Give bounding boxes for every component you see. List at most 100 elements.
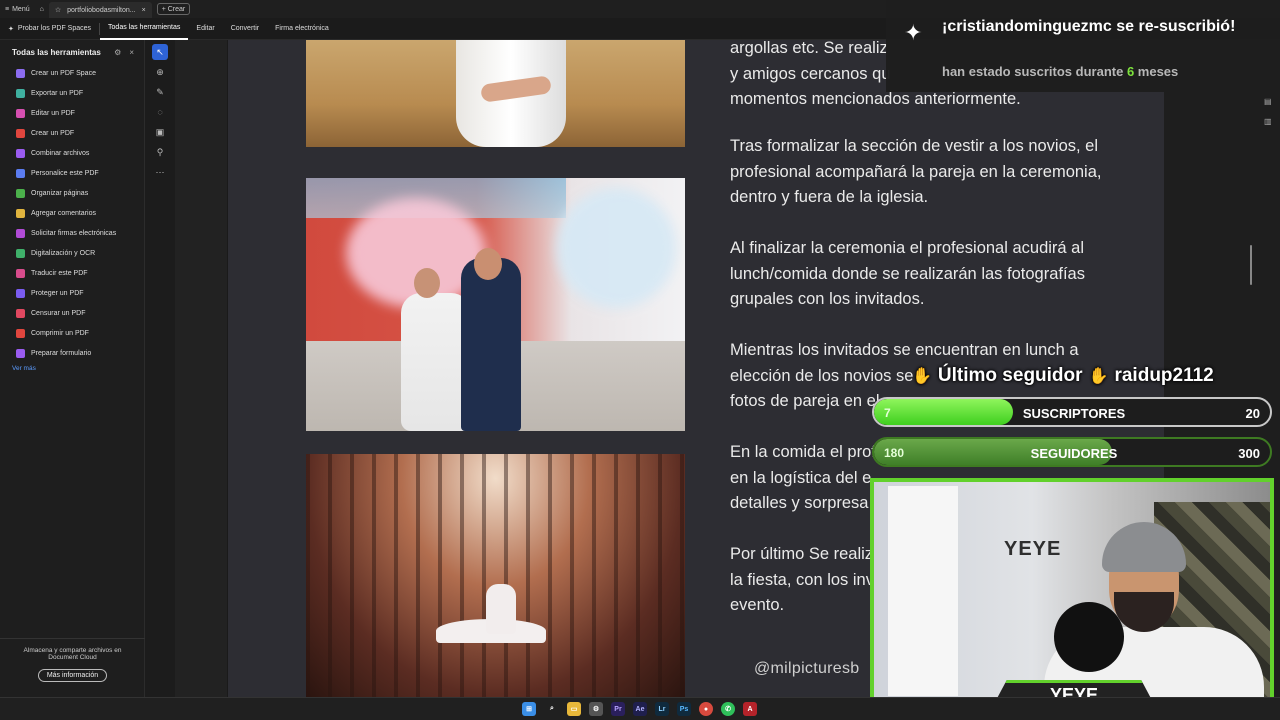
file-explorer-icon[interactable]: ▭ [567,702,581,716]
tool-item[interactable]: Comprimir un PDF [0,323,144,343]
tool-item-label: Crear un PDF Space [31,69,96,77]
tool-item[interactable]: Preparar formulario [0,343,144,363]
paragraph: En la comida el prof en la logística del… [730,440,876,517]
tool-item-label: Solicitar firmas electrónicas [31,229,117,237]
zoom-icon[interactable]: ⊕ [152,64,168,80]
document-gutter [175,40,228,697]
subscriber-goal-label: SUSCRIPTORES [1022,406,1126,421]
tool-item[interactable]: Agregar comentarios [0,203,144,223]
tool-item-label: Combinar archivos [31,149,90,157]
paragraph: Al finalizar la ceremonia el profesional… [730,236,1085,313]
more-info-button[interactable]: Más información [37,669,108,682]
tool-item-label: Crear un PDF [31,129,75,137]
create-button[interactable]: + Crear [156,3,191,15]
tools-panel: Todas las herramientas ⚙ × Crear un PDF S… [0,40,145,697]
tool-icon [16,288,25,298]
try-spaces-button[interactable]: ✦ Probar los PDF Spaces [0,18,99,40]
tab-all-tools[interactable]: Todas las herramientas [100,18,189,40]
text-line: lunch/comida donde se realizarán las fot… [730,264,1085,283]
close-icon[interactable]: × [129,48,134,57]
hand-emoji-icon: ✋ [1088,368,1109,385]
see-more-link[interactable]: Ver más [0,365,144,372]
menu-button[interactable]: ≡ Menú [0,0,35,18]
tab-convert[interactable]: Convertir [223,18,267,40]
tool-icon [16,208,25,218]
tool-item-label: Comprimir un PDF [31,329,89,337]
tool-item[interactable]: Personalice este PDF [0,163,144,183]
last-follower-label: Último seguidor [937,365,1083,386]
text-line: grupales con los invitados. [730,290,925,308]
follower-goal-bar: 180 SEGUIDORES 300 [872,437,1272,467]
tool-item[interactable]: Exportar un PDF [0,83,144,103]
tool-item[interactable]: Digitalización y OCR [0,243,144,263]
notification-title: ¡cristiandominguezmc se re-suscribió! [942,18,1236,35]
more-tools-icon[interactable]: ⋯ [152,164,168,180]
menu-label: Menú [12,5,30,13]
after-effects-icon[interactable]: Ae [633,702,647,716]
tools-panel-title: Todas las herramientas [12,48,101,57]
notification-subtitle: han estado suscritos durante 6 meses [942,64,1178,79]
tools-panel-header: Todas las herramientas ⚙ × [0,40,144,63]
photoshop-icon[interactable]: Ps [677,702,691,716]
last-follower: ✋ Último seguidor ✋ raidup2112 [912,362,1272,390]
lightroom-icon[interactable]: Lr [655,702,669,716]
text-line: detalles y sorpresa [730,494,869,512]
quick-toolbar: ↖ ⊕ ✎ ◌ ▣ ⚲ ⋯ [145,40,175,697]
tool-item-label: Preparar formulario [31,349,92,357]
acrobat-icon[interactable]: A [743,702,757,716]
tool-item[interactable]: Combinar archivos [0,143,144,163]
tool-item[interactable]: Editar un PDF [0,103,144,123]
tool-item[interactable]: Crear un PDF Space [0,63,144,83]
text-line: en la logística del e [730,468,872,487]
tool-item[interactable]: Censurar un PDF [0,303,144,323]
home-button[interactable]: ⌂ [35,0,49,18]
stamp-icon[interactable]: ⚲ [152,144,168,160]
webcam-poster [888,486,958,696]
tool-icon [16,188,25,198]
lasso-icon[interactable]: ◌ [152,104,168,120]
photo-groom [461,258,521,431]
tab-edit[interactable]: Editar [188,18,222,40]
wall-logo: YEYE [1004,538,1062,560]
windows-start-icon[interactable]: ⊞ [522,702,536,716]
tool-item[interactable]: Solicitar firmas electrónicas [0,223,144,243]
document-tab[interactable]: ☆ portfoliobodasmilton... × [48,2,152,18]
spaces-icon: ✦ [8,25,14,33]
tool-item[interactable]: Crear un PDF [0,123,144,143]
taskbar: ⊞ ⌕ ▭ ⚙ Pr Ae Lr Ps ● ✆ A [0,697,1280,720]
paragraph: Tras formalizar la sección de vestir a l… [730,134,1101,211]
text-line: Tras formalizar la sección de vestir a l… [730,137,1099,155]
tab-esign[interactable]: Firma electrónica [267,18,337,40]
cloud-promo-text: Almacena y comparte archivos en Document… [23,647,122,661]
chrome-icon[interactable]: ● [699,702,713,716]
select-cursor-icon[interactable]: ↖ [152,44,168,60]
tool-item[interactable]: Traducir este PDF [0,263,144,283]
star-icon: ☆ [54,7,62,14]
tool-icon [16,128,25,138]
bookmark-icon[interactable]: ▤ [1264,92,1272,112]
hamburger-icon: ≡ [5,5,10,13]
text-line: profesional acompañará la pareja en la c… [730,162,1102,181]
text-line: Mientras los invitados se encuentran en … [730,341,1079,359]
tool-icon [16,328,25,338]
attachment-icon[interactable]: ▥ [1264,112,1272,132]
follower-goal-target: 300 [1238,446,1260,461]
close-tab-icon[interactable]: × [142,7,146,14]
text-select-icon[interactable]: ▣ [152,124,168,140]
whatsapp-icon[interactable]: ✆ [721,702,735,716]
tool-item[interactable]: Organizar páginas [0,183,144,203]
search-icon[interactable]: ⌕ [545,702,559,716]
premiere-icon[interactable]: Pr [611,702,625,716]
photo-couple [486,584,516,634]
home-icon: ⌂ [39,5,44,13]
vertical-scrollbar[interactable] [1250,245,1252,285]
forest-couple-photo [306,454,685,697]
pen-icon[interactable]: ✎ [152,84,168,100]
text-line: Por último Se realiz [730,545,874,563]
text-line: dentro y fuera de la iglesia. [730,188,929,206]
settings-icon[interactable]: ⚙ [114,48,121,57]
settings-app-icon[interactable]: ⚙ [589,702,603,716]
tool-item-label: Digitalización y OCR [31,249,96,257]
hand-emoji-icon: ✋ [912,368,932,385]
tool-item[interactable]: Proteger un PDF [0,283,144,303]
